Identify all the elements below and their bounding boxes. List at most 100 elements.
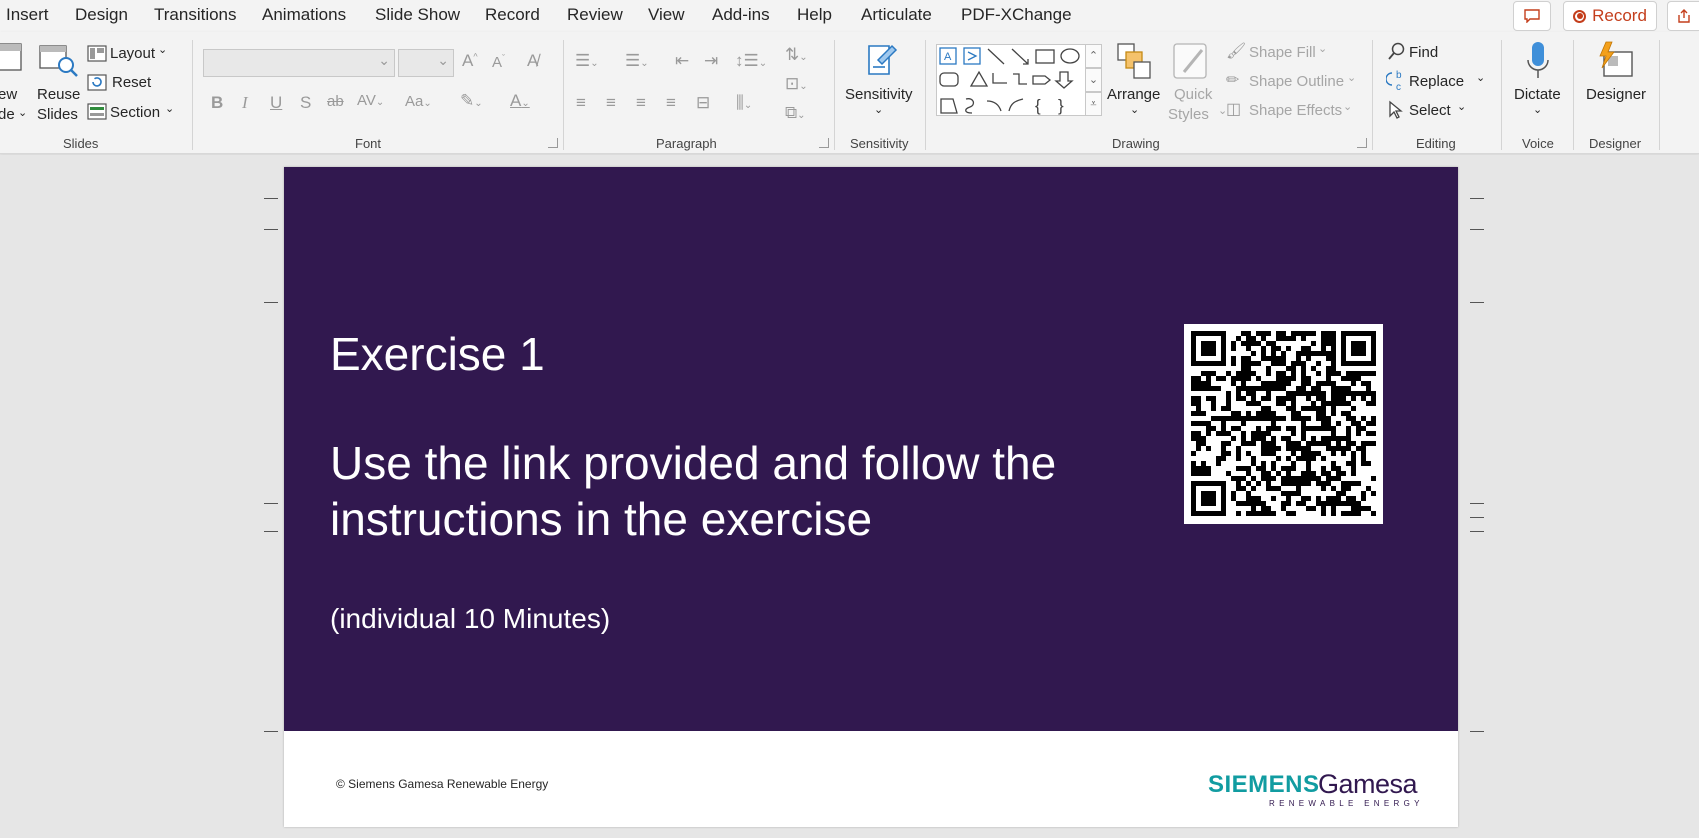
guide-mark bbox=[264, 198, 278, 199]
find-button[interactable]: Find bbox=[1409, 44, 1438, 61]
sensitivity-button[interactable]: Sensitivity bbox=[845, 86, 913, 103]
italic-icon[interactable]: I bbox=[242, 94, 248, 111]
section-button[interactable]: Section bbox=[110, 104, 160, 121]
chevron-down-icon[interactable]: ⌄ bbox=[1533, 103, 1542, 116]
quick-styles-label-2[interactable]: Styles bbox=[1168, 106, 1209, 123]
bullets-icon[interactable]: ☰⌄ bbox=[575, 52, 599, 69]
chevron-down-icon[interactable]: ⌄ bbox=[1343, 100, 1352, 113]
guide-mark bbox=[1470, 302, 1484, 303]
sensitivity-group-label: Sensitivity bbox=[850, 136, 909, 151]
record-button[interactable]: Record bbox=[1563, 1, 1657, 31]
clear-formatting-icon[interactable]: A̸ bbox=[527, 52, 538, 69]
arrange-button[interactable]: Arrange bbox=[1107, 86, 1160, 103]
tab-view[interactable]: View bbox=[648, 5, 685, 25]
slide-body-text[interactable]: Use the link provided and follow the ins… bbox=[330, 435, 1090, 547]
align-right-icon[interactable]: ≡ bbox=[636, 94, 646, 111]
guide-mark bbox=[264, 503, 278, 504]
select-button[interactable]: Select bbox=[1409, 102, 1451, 119]
tab-insert[interactable]: Insert bbox=[6, 5, 49, 25]
highlight-color-icon[interactable]: ✎⌄ bbox=[460, 92, 483, 109]
gallery-more[interactable]: ⩡ bbox=[1085, 92, 1102, 116]
shapes-gallery[interactable]: A { } bbox=[936, 44, 1102, 116]
shapes-gallery-icons: A { } bbox=[939, 47, 1080, 115]
underline-icon[interactable]: U bbox=[270, 94, 282, 111]
qr-code-icon[interactable] bbox=[1184, 324, 1383, 524]
character-spacing-icon[interactable]: AV⌄ bbox=[357, 93, 384, 108]
font-dialog-launcher[interactable] bbox=[548, 138, 558, 148]
chevron-down-icon[interactable]: ⌄ bbox=[158, 43, 167, 56]
shape-outline-button[interactable]: Shape Outline bbox=[1249, 73, 1344, 90]
tab-add-ins[interactable]: Add-ins bbox=[712, 5, 770, 25]
align-text-icon[interactable]: ⊡⌄ bbox=[785, 75, 808, 92]
slide-note[interactable]: (individual 10 Minutes) bbox=[330, 603, 610, 635]
gallery-scroll-down[interactable]: ⌄ bbox=[1085, 68, 1102, 92]
tab-record[interactable]: Record bbox=[485, 5, 540, 25]
font-name-combo[interactable] bbox=[203, 49, 395, 77]
chevron-down-icon[interactable]: ⌄ bbox=[1457, 100, 1466, 113]
strikethrough-icon[interactable]: ab bbox=[327, 94, 344, 109]
group-divider bbox=[834, 40, 835, 150]
chevron-down-icon[interactable]: ⌄ bbox=[874, 103, 883, 116]
shape-effects-button[interactable]: Shape Effects bbox=[1249, 102, 1342, 119]
chevron-down-icon[interactable]: ⌄ bbox=[1130, 103, 1139, 116]
chevron-down-icon[interactable]: ⌄ bbox=[165, 102, 174, 115]
new-slide-label-1[interactable]: ew bbox=[0, 86, 17, 103]
tab-transitions[interactable]: Transitions bbox=[154, 5, 237, 25]
slide[interactable]: Exercise 1 Use the link provided and fol… bbox=[284, 167, 1458, 827]
distributed-icon[interactable]: ⊟ bbox=[696, 94, 710, 111]
tab-animations[interactable]: Animations bbox=[262, 5, 346, 25]
paragraph-dialog-launcher[interactable] bbox=[819, 138, 829, 148]
chevron-down-icon[interactable]: ⌄ bbox=[1318, 42, 1327, 55]
tab-articulate[interactable]: Articulate bbox=[861, 5, 932, 25]
svg-text:{: { bbox=[1035, 96, 1041, 115]
quick-styles-label-1[interactable]: Quick bbox=[1174, 86, 1212, 103]
decrease-indent-icon[interactable]: ⇤ bbox=[675, 52, 689, 69]
share-button[interactable] bbox=[1667, 1, 1699, 31]
font-size-combo[interactable] bbox=[398, 49, 454, 77]
svg-text:c: c bbox=[1396, 82, 1401, 91]
tab-slide-show[interactable]: Slide Show bbox=[375, 5, 460, 25]
text-shadow-icon[interactable]: S bbox=[300, 94, 311, 111]
comments-button[interactable] bbox=[1513, 1, 1551, 31]
reuse-slides-label-1[interactable]: Reuse bbox=[37, 86, 80, 103]
replace-button[interactable]: Replace bbox=[1409, 73, 1464, 90]
drawing-dialog-launcher[interactable] bbox=[1357, 138, 1367, 148]
smartart-icon[interactable]: ⧉⌄ bbox=[785, 104, 806, 121]
font-color-icon[interactable]: A⌄ bbox=[510, 92, 530, 109]
slide-title[interactable]: Exercise 1 bbox=[330, 327, 545, 381]
company-logo: SIEMENS Gamesa RENEWABLE ENERGY bbox=[1208, 769, 1419, 811]
tab-help[interactable]: Help bbox=[797, 5, 832, 25]
columns-icon[interactable]: ⫼⌄ bbox=[736, 94, 752, 111]
designer-button[interactable]: Designer bbox=[1586, 86, 1646, 103]
numbering-icon[interactable]: ☰⌄ bbox=[625, 52, 649, 69]
chevron-down-icon[interactable]: ⌄ bbox=[1347, 71, 1356, 84]
line-spacing-icon[interactable]: ↕☰⌄ bbox=[735, 52, 767, 69]
text-direction-icon[interactable]: ⇅⌄ bbox=[785, 46, 808, 63]
tab-pdf-xchange[interactable]: PDF-XChange bbox=[961, 5, 1072, 25]
layout-button[interactable]: Layout bbox=[110, 45, 155, 62]
increase-indent-icon[interactable]: ⇥ bbox=[704, 52, 718, 69]
change-case-icon[interactable]: Aa⌄ bbox=[405, 94, 432, 109]
chevron-down-icon[interactable]: ⌄ bbox=[18, 106, 27, 119]
guide-mark bbox=[1470, 503, 1484, 504]
group-divider bbox=[563, 40, 564, 150]
reset-button[interactable]: Reset bbox=[112, 74, 151, 91]
align-left-icon[interactable]: ≡ bbox=[576, 94, 586, 111]
new-slide-label-2[interactable]: de bbox=[0, 106, 15, 123]
justify-icon[interactable]: ≡ bbox=[666, 94, 676, 111]
shape-fill-icon: 🖌 bbox=[1226, 43, 1247, 60]
chevron-down-icon[interactable]: ⌄ bbox=[1476, 71, 1485, 84]
shape-fill-button[interactable]: Shape Fill bbox=[1249, 44, 1316, 61]
logo-gamesa: Gamesa bbox=[1318, 769, 1418, 799]
reuse-slides-label-2[interactable]: Slides bbox=[37, 106, 78, 123]
dictate-button[interactable]: Dictate bbox=[1514, 86, 1561, 103]
tab-review[interactable]: Review bbox=[567, 5, 623, 25]
decrease-font-size-icon[interactable]: Aˇ bbox=[492, 54, 505, 71]
paragraph-group-label: Paragraph bbox=[656, 136, 717, 151]
bold-icon[interactable]: B bbox=[211, 94, 223, 111]
designer-group-label: Designer bbox=[1589, 136, 1642, 151]
increase-font-size-icon[interactable]: A^ bbox=[462, 52, 478, 69]
gallery-scroll-up[interactable]: ⌃ bbox=[1085, 44, 1102, 68]
tab-design[interactable]: Design bbox=[75, 5, 128, 25]
align-center-icon[interactable]: ≡ bbox=[606, 94, 616, 111]
